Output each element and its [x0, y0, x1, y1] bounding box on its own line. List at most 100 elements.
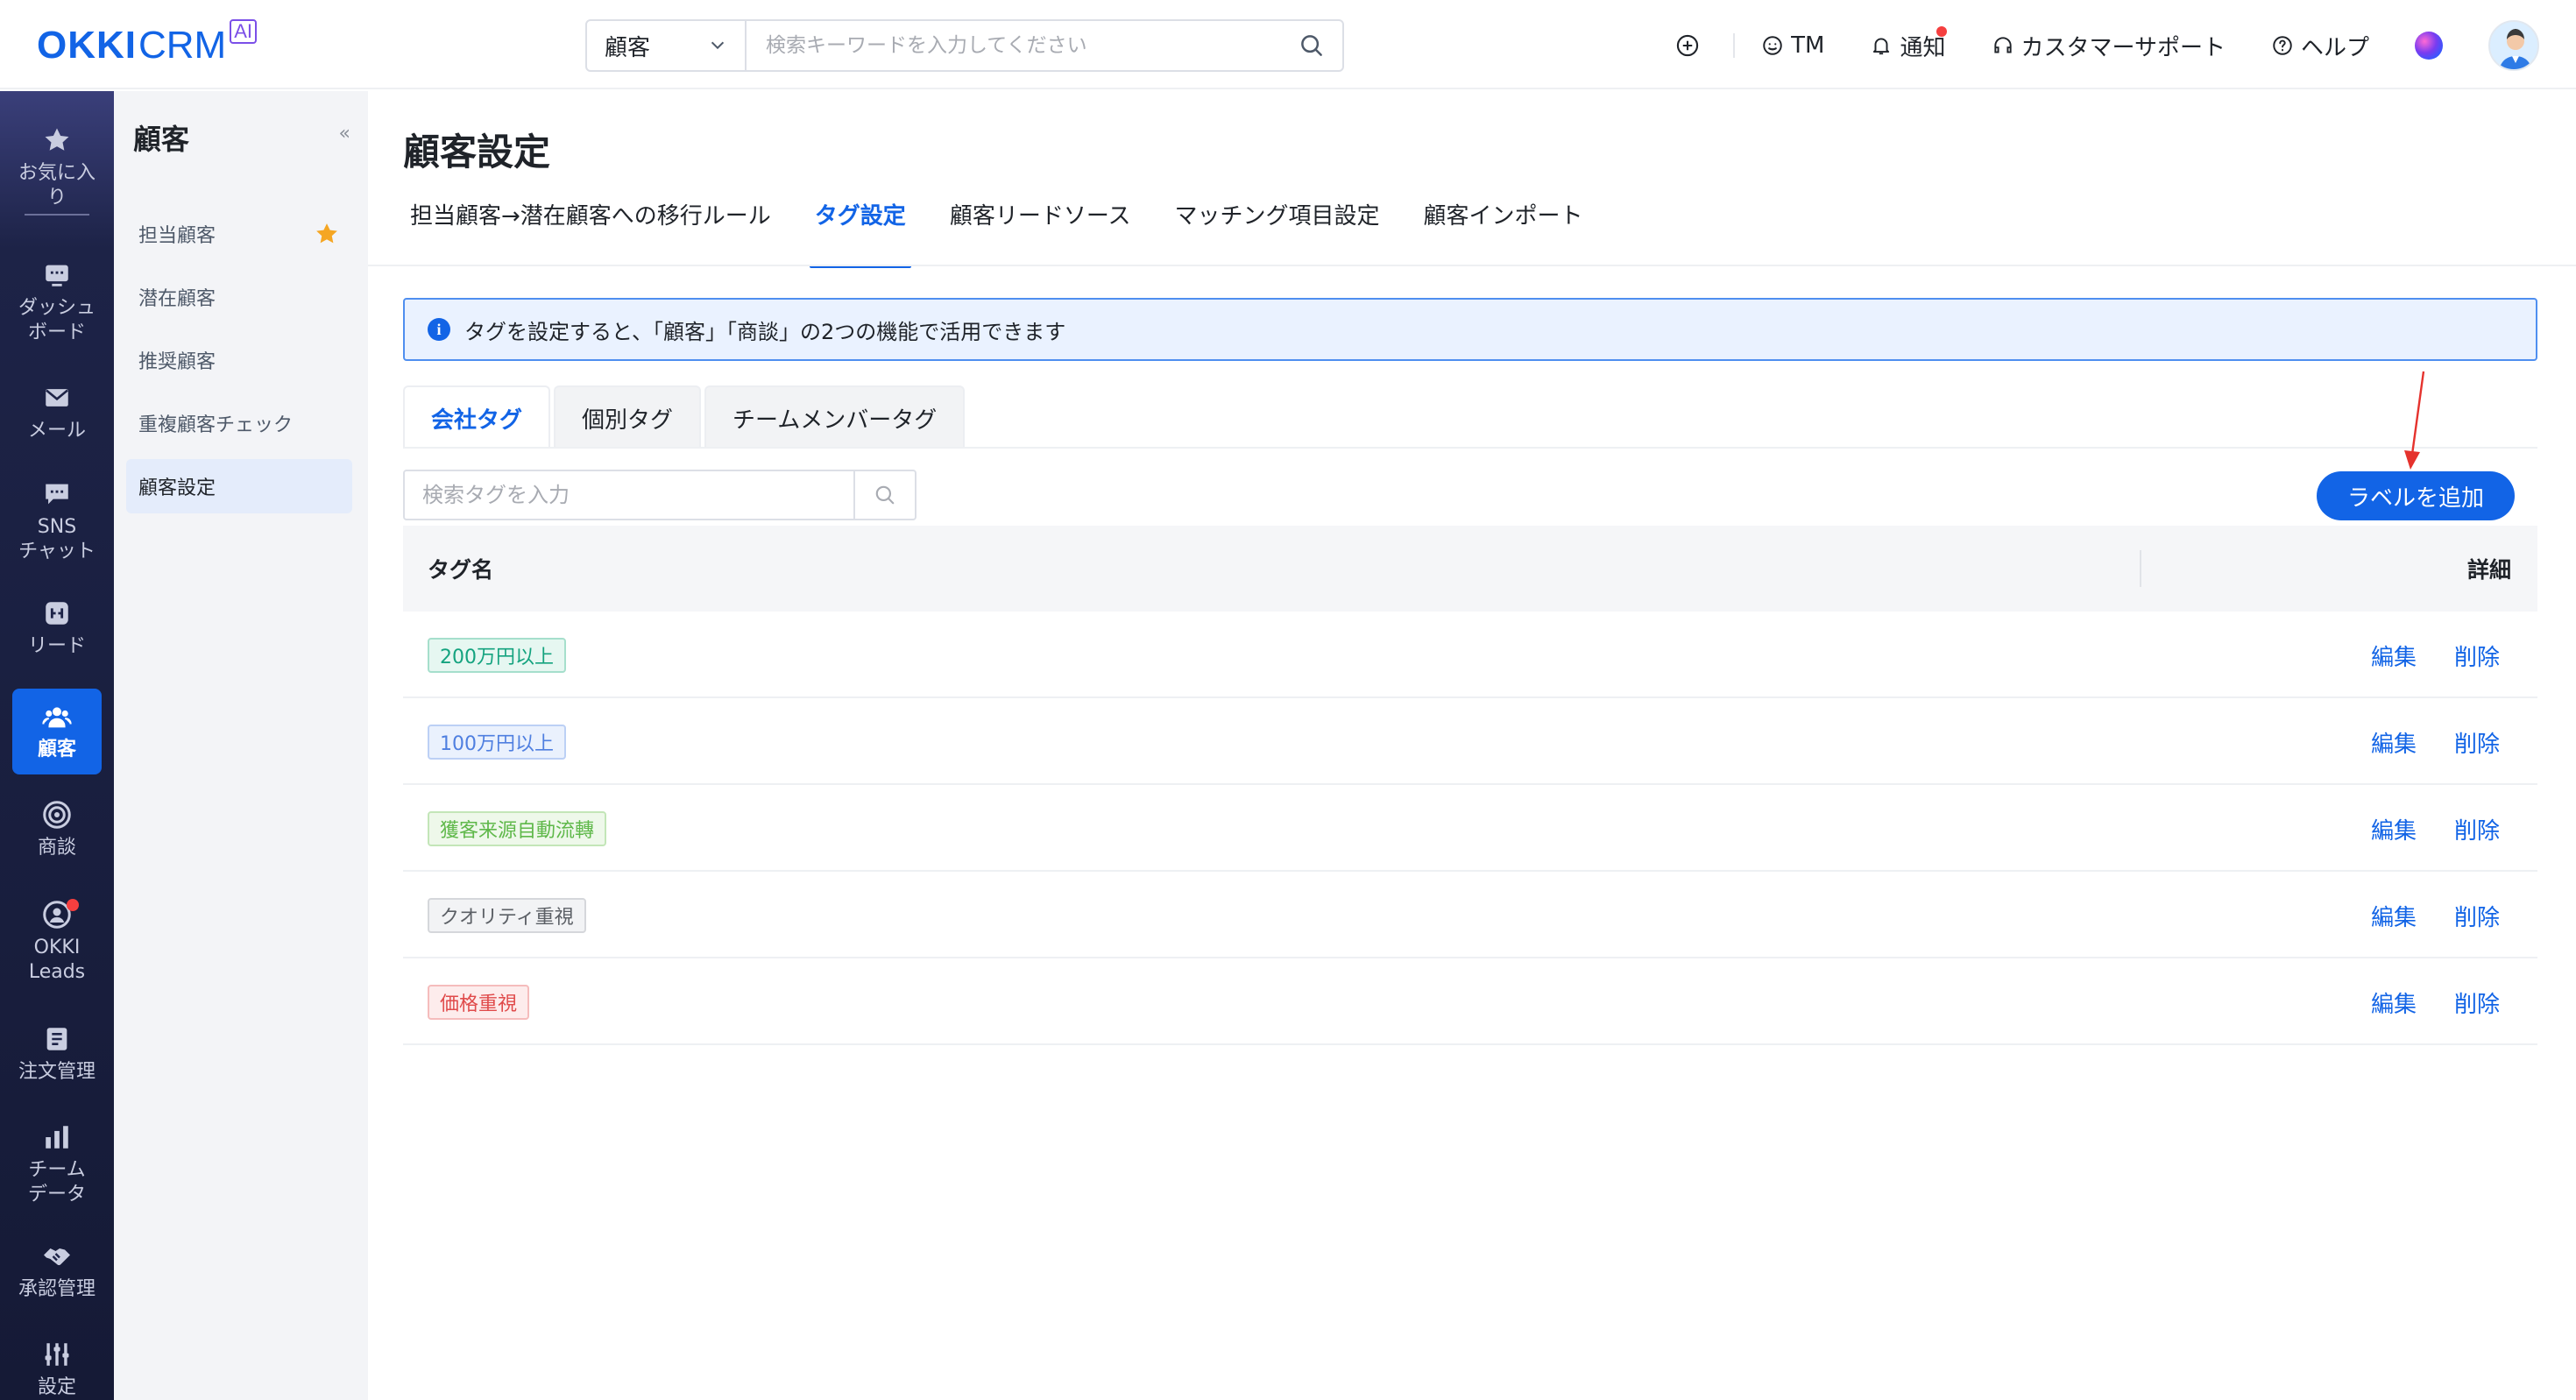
tag-chip: 価格重視	[428, 985, 530, 1020]
edit-link[interactable]: 編集	[2371, 986, 2417, 1019]
search-icon[interactable]	[1281, 21, 1342, 70]
tab-company-tags[interactable]: 会社タグ	[403, 385, 551, 449]
collapse-icon[interactable]: «	[339, 123, 350, 145]
tab-team-member-tags[interactable]: チームメンバータグ	[704, 385, 966, 449]
tm-icon	[1763, 36, 1782, 55]
notification-badge	[1936, 25, 1948, 37]
star-icon[interactable]	[314, 221, 340, 247]
top-actions: TM 通知 カスタマーサポート ヘルプ	[1675, 20, 2576, 71]
customer-support-button[interactable]: カスタマーサポート	[1992, 30, 2226, 62]
left-nav: お気に入 り ダッシュ ボード メール SNS チャット リード 顧客 商談 O…	[0, 91, 114, 1400]
nav-customers[interactable]: 顧客	[12, 689, 102, 774]
customer-icon	[41, 701, 73, 732]
main-content: 顧客設定 担当顧客→潜在顧客への移行ルール タグ設定 顧客リードソース マッチン…	[368, 91, 2576, 1400]
settings-sliders-icon	[41, 1339, 73, 1370]
handshake-icon	[41, 1241, 73, 1272]
chevron-down-icon	[711, 41, 725, 50]
table-row: 獲客来源自動流轉 編集 削除	[403, 785, 2537, 872]
tag-search-input[interactable]	[405, 471, 853, 519]
nav-approval[interactable]: 承認管理	[12, 1241, 102, 1302]
page-title: 顧客設定	[403, 131, 551, 173]
notification-button[interactable]: 通知	[1870, 25, 1948, 62]
nav-okki-leads[interactable]: OKKI Leads	[12, 899, 102, 985]
mail-icon	[41, 382, 73, 414]
ai-assistant-icon[interactable]	[2415, 32, 2443, 60]
table-row: 価格重視 編集 削除	[403, 958, 2537, 1045]
tab-transfer-rules[interactable]: 担当顧客→潜在顧客への移行ルール	[410, 198, 771, 268]
nav-mail[interactable]: メール	[12, 382, 102, 443]
subnav-item-potential-customers[interactable]: 潜在顧客	[126, 270, 352, 324]
table-row: 100万円以上 編集 削除	[403, 698, 2537, 785]
nav-team-data[interactable]: チーム データ	[12, 1121, 102, 1207]
table-header: タグ名 詳細	[403, 526, 2537, 612]
tab-tag-settings[interactable]: タグ設定	[809, 198, 911, 268]
subnav-item-recommended-customers[interactable]: 推奨顧客	[126, 333, 352, 387]
help-circle-icon	[2273, 36, 2292, 55]
tab-matching-fields[interactable]: マッチング項目設定	[1175, 198, 1380, 268]
headset-icon	[1993, 37, 2012, 53]
info-icon: i	[428, 318, 450, 341]
table-body: 200万円以上 編集 削除 100万円以上 編集 削除 獲客来源自動流轉 編集 削除 クオリティ重…	[403, 612, 2537, 1045]
tab-lead-source[interactable]: 顧客リードソース	[950, 198, 1131, 268]
tag-type-tabs: 会社タグ 個別タグ チームメンバータグ	[403, 385, 968, 449]
tag-chip: 200万円以上	[428, 638, 566, 673]
annotation-arrow-icon	[2404, 371, 2425, 470]
divider	[403, 447, 2537, 449]
chat-icon	[41, 478, 73, 510]
bell-icon	[1873, 38, 1890, 55]
column-header-tag-name: タグ名	[428, 557, 494, 583]
info-banner: i タグを設定すると、「顧客」「商談」の2つの機能で活用できます	[403, 298, 2537, 361]
table-row: 200万円以上 編集 削除	[403, 612, 2537, 698]
help-button[interactable]: ヘルプ	[2271, 30, 2369, 62]
top-bar: OKKI CRM AI 顧客 TM 通知 カスタマーサポート	[0, 0, 2576, 89]
nav-deals[interactable]: 商談	[12, 799, 102, 860]
edit-link[interactable]: 編集	[2371, 813, 2417, 845]
nav-settings[interactable]: 設定	[12, 1339, 102, 1400]
global-search: 顧客	[585, 19, 1344, 72]
settings-tabs: 担当顧客→潜在顧客への移行ルール タグ設定 顧客リードソース マッチング項目設定…	[410, 198, 1627, 268]
avatar[interactable]	[2488, 20, 2539, 71]
delete-link[interactable]: 削除	[2454, 640, 2500, 672]
column-header-detail: 詳細	[2466, 557, 2511, 583]
nav-leads[interactable]: リード	[12, 597, 102, 659]
delete-link[interactable]: 削除	[2454, 900, 2500, 932]
edit-link[interactable]: 編集	[2371, 726, 2417, 759]
table-row: クオリティ重視 編集 削除	[403, 872, 2537, 958]
order-icon	[41, 1023, 73, 1055]
bar-chart-icon	[41, 1121, 73, 1153]
sub-nav: 顧客 « 担当顧客 潜在顧客 推奨顧客 重複顧客チェック 顧客設定	[114, 91, 368, 1400]
tag-chip: クオリティ重視	[428, 898, 586, 933]
tag-chip: 100万円以上	[428, 725, 566, 760]
delete-link[interactable]: 削除	[2454, 986, 2500, 1019]
star-icon	[41, 124, 73, 156]
delete-link[interactable]: 削除	[2454, 726, 2500, 759]
nav-favorites[interactable]: お気に入 り	[12, 124, 102, 210]
edit-link[interactable]: 編集	[2371, 900, 2417, 932]
divider	[25, 214, 89, 216]
nav-dashboard[interactable]: ダッシュ ボード	[12, 259, 102, 345]
divider	[368, 265, 2576, 266]
tag-chip: 獲客来源自動流轉	[428, 811, 607, 846]
target-icon	[41, 799, 73, 831]
okki-crm-logo[interactable]: OKKI CRM AI	[37, 19, 257, 68]
subnav-item-customer-settings[interactable]: 顧客設定	[126, 459, 352, 513]
search-icon[interactable]	[853, 471, 915, 519]
subnav-item-duplicate-check[interactable]: 重複顧客チェック	[126, 396, 352, 450]
dashboard-icon	[41, 259, 73, 291]
add-label-button[interactable]: ラベルを追加	[2317, 471, 2515, 520]
notification-badge	[67, 899, 79, 911]
nav-sns-chat[interactable]: SNS チャット	[12, 478, 102, 564]
search-scope-select[interactable]: 顧客	[587, 21, 747, 70]
edit-link[interactable]: 編集	[2371, 640, 2417, 672]
subnav-item-assigned-customers[interactable]: 担当顧客	[126, 207, 352, 261]
tab-personal-tags[interactable]: 個別タグ	[554, 385, 702, 449]
tag-search	[403, 470, 916, 520]
lead-icon	[41, 597, 73, 629]
global-search-input[interactable]	[747, 21, 1281, 70]
column-resize-handle[interactable]	[2140, 550, 2141, 587]
plus-circle-icon[interactable]	[1675, 33, 1707, 58]
tab-customer-import[interactable]: 顧客インポート	[1424, 198, 1583, 268]
nav-orders[interactable]: 注文管理	[12, 1023, 102, 1085]
tm-button[interactable]: TM	[1761, 32, 1824, 59]
delete-link[interactable]: 削除	[2454, 813, 2500, 845]
